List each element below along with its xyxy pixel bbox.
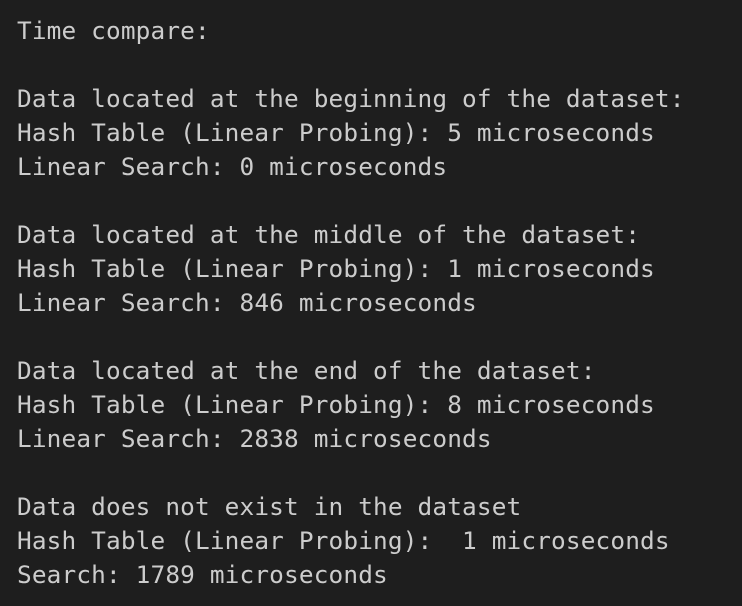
terminal-output: Time compare: Data located at the beginn… xyxy=(0,0,742,606)
terminal-line: Hash Table (Linear Probing): 8 microseco… xyxy=(17,390,655,419)
terminal-line: Hash Table (Linear Probing): 1 microseco… xyxy=(17,254,655,283)
terminal-line: Data located at the end of the dataset: xyxy=(17,356,596,385)
terminal-line: Data located at the beginning of the dat… xyxy=(17,84,685,113)
terminal-line: Hash Table (Linear Probing): 5 microseco… xyxy=(17,118,655,147)
terminal-line: Hash Table (Linear Probing): 1 microseco… xyxy=(17,526,670,555)
terminal-line: Data located at the middle of the datase… xyxy=(17,220,641,249)
terminal-line: Time compare: xyxy=(17,16,210,45)
terminal-line: Linear Search: 2838 microseconds xyxy=(17,424,492,453)
terminal-line: Data does not exist in the dataset xyxy=(17,492,522,521)
terminal-line: Linear Search: 0 microseconds xyxy=(17,152,448,181)
terminal-line: Linear Search: 846 microseconds xyxy=(17,288,477,317)
terminal-line: Search: 1789 microseconds xyxy=(17,560,388,589)
